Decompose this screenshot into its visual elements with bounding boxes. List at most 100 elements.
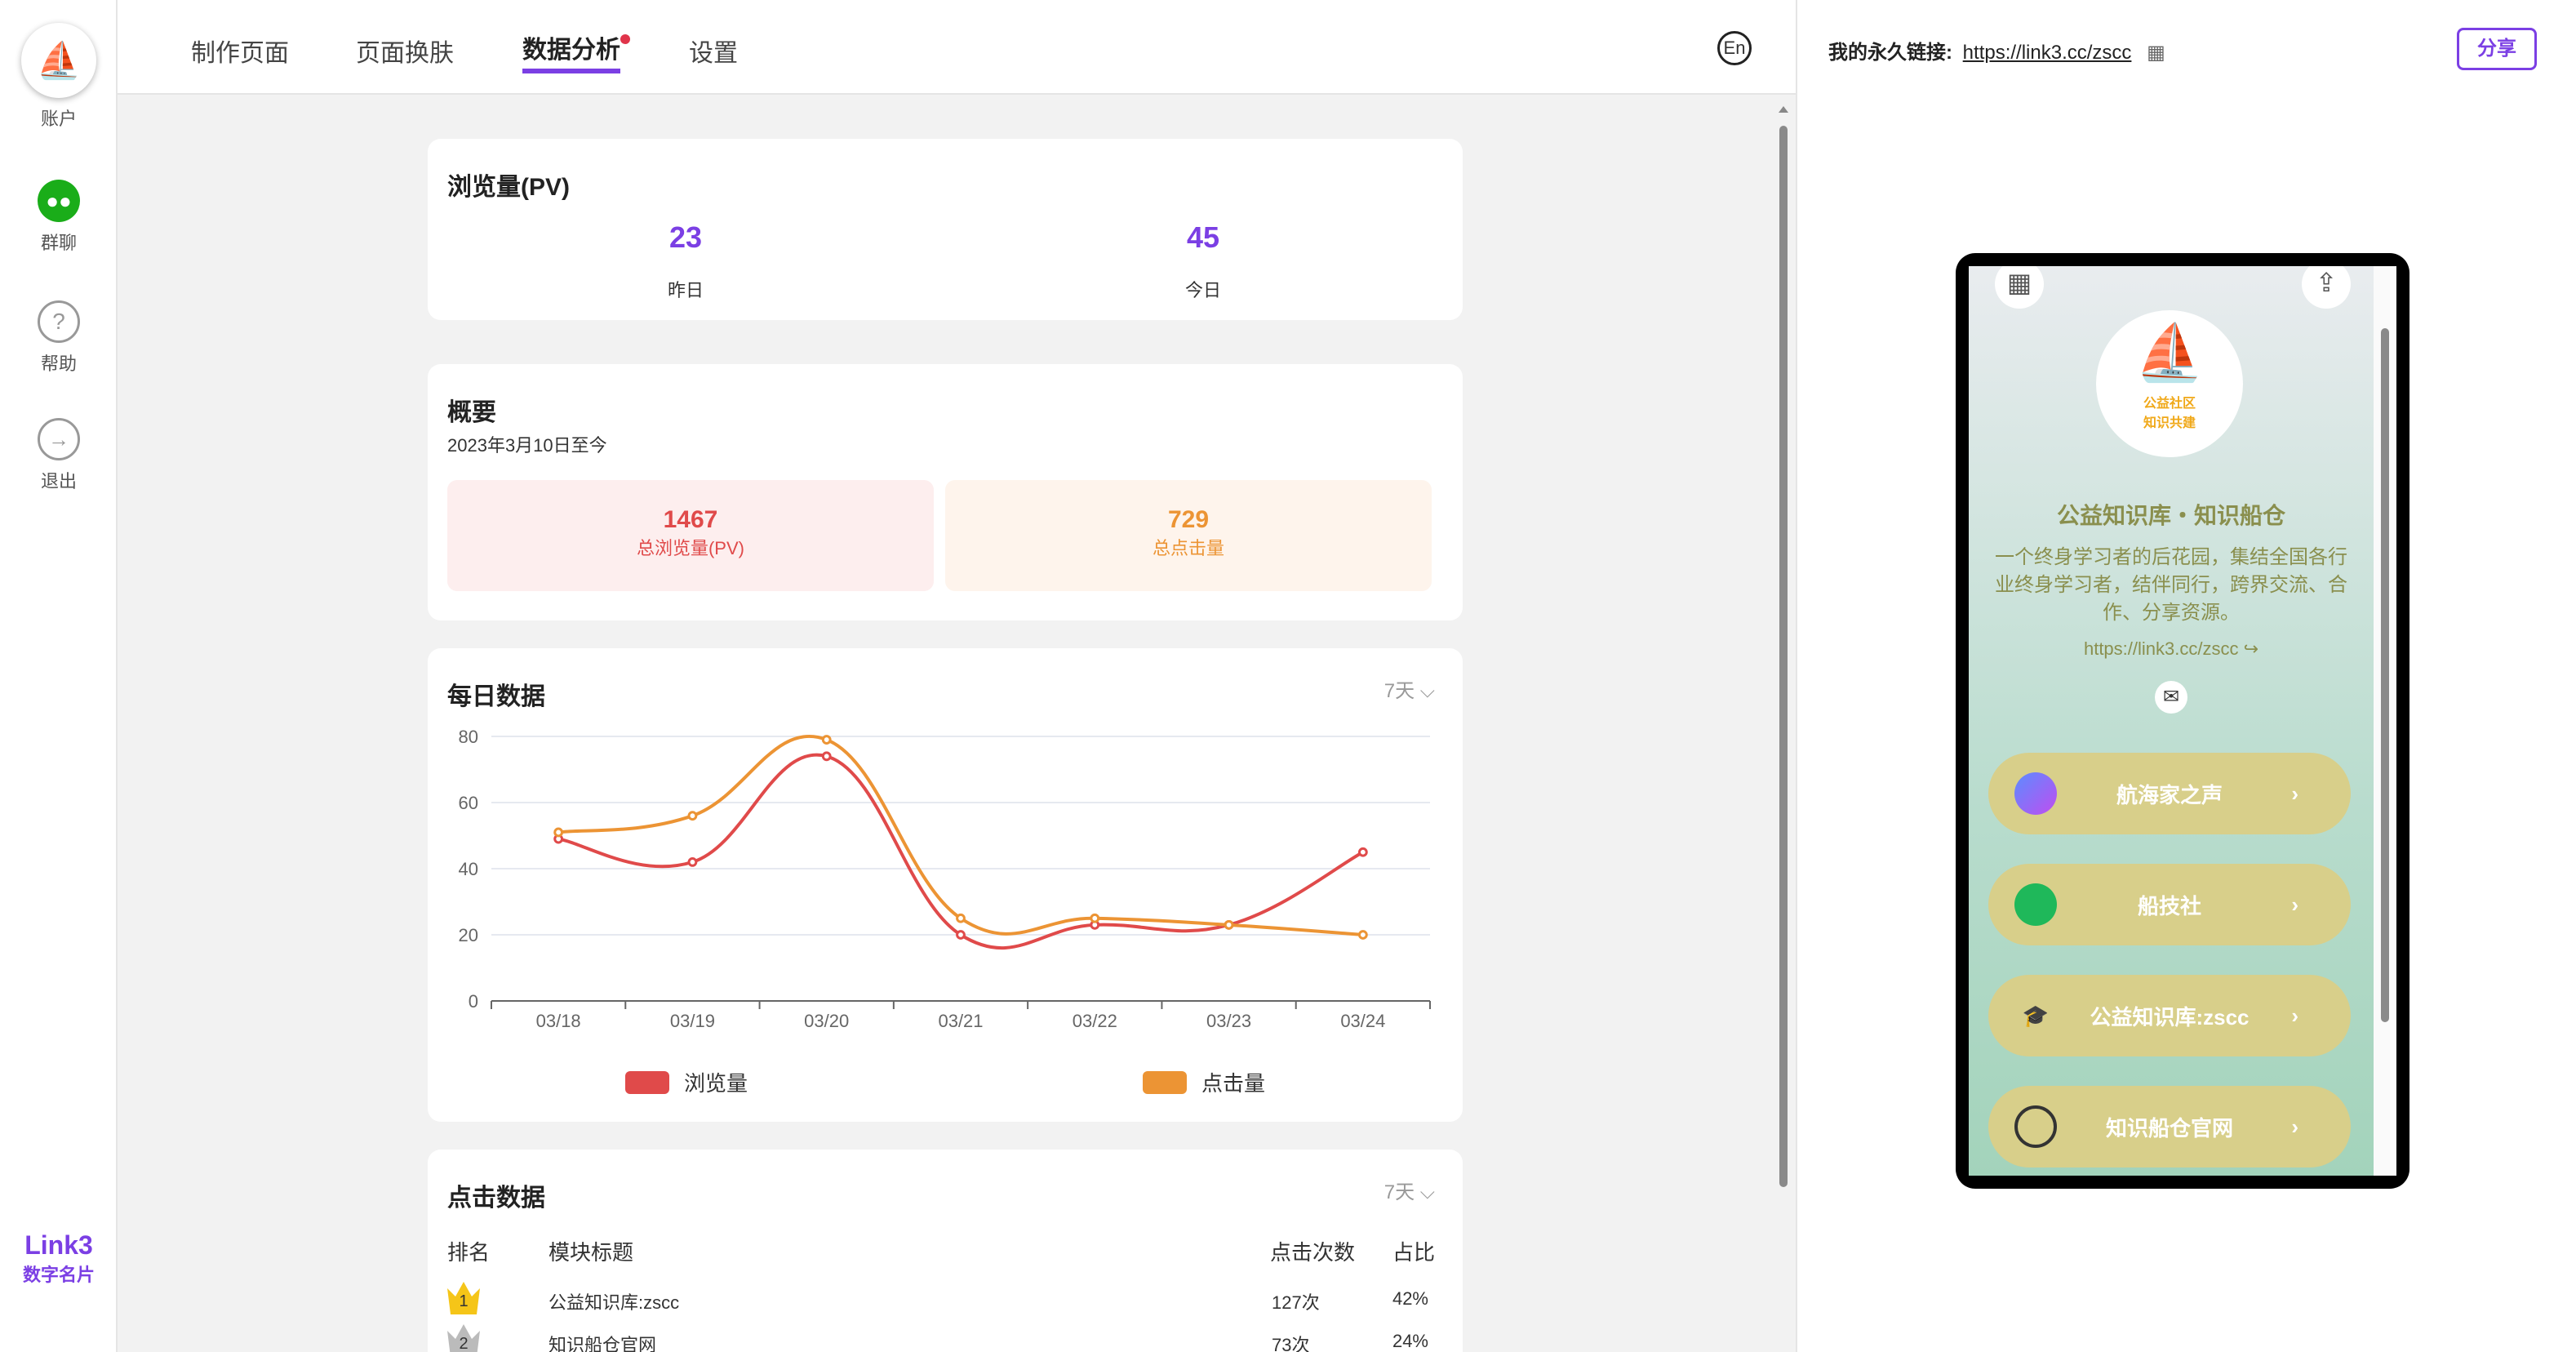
x-tick-label: 03/18 <box>536 1011 581 1031</box>
recycle-icon <box>2014 883 2057 926</box>
row-count: 127次 <box>1272 1292 1320 1313</box>
pv-today-value: 45 <box>1186 220 1220 254</box>
sidebar-account[interactable]: ⛵ 账户 <box>0 23 118 131</box>
link-button-1[interactable]: 航海家之声 › <box>1988 753 2351 834</box>
y-tick-label: 20 <box>459 925 478 945</box>
total-pv-value: 1467 <box>663 506 718 533</box>
row-pct: 42% <box>1392 1288 1428 1309</box>
total-clicks-value: 729 <box>1167 506 1210 533</box>
qr-code-icon[interactable]: ▦ <box>2147 42 2165 64</box>
brand-sub: 数字名片 <box>22 1265 95 1285</box>
email-icon[interactable]: ✉ <box>2155 681 2187 714</box>
sidebar-logout[interactable]: → 退出 <box>0 418 118 493</box>
link-button-3[interactable]: 🎓 公益知识库:zscc › <box>1988 975 2351 1056</box>
scroll-thumb[interactable] <box>1779 126 1788 1187</box>
data-point <box>956 913 966 923</box>
chevron-right-icon: › <box>2291 781 2298 806</box>
total-pv-box: 1467 总浏览量(PV) <box>447 480 934 591</box>
data-point <box>821 751 832 762</box>
sidebar: ⛵ 账户 ●● 群聊 ? 帮助 → 退出 Link3 数字名片 <box>0 0 118 1352</box>
clicks-range-select[interactable]: 7天 ⌵ <box>1384 1176 1435 1204</box>
data-point <box>1090 913 1100 923</box>
x-tick-label: 03/21 <box>938 1011 983 1031</box>
silver-crown-icon: 2 <box>447 1324 480 1352</box>
x-tick-label: 03/20 <box>804 1011 849 1031</box>
row-title: 知识船仓官网 <box>549 1335 657 1352</box>
share-button[interactable]: 分享 <box>2457 28 2537 70</box>
clicks-title: 点击数据 <box>447 1185 545 1212</box>
overview-title: 概要 <box>447 399 496 426</box>
y-tick-label: 80 <box>459 727 478 747</box>
brand-name: Link3 <box>24 1230 93 1260</box>
phone-scroll-thumb[interactable] <box>2381 328 2389 1022</box>
phone-screen: ▦ ⇪ ⛵ 公益社区 知识共建 公益知识库・知识船仓 一个终身学习者的后花园，集结全… <box>1969 266 2396 1176</box>
data-point <box>956 930 966 940</box>
link-button-label: 航海家之声 <box>2116 782 2223 807</box>
avatar: ⛵ <box>21 23 96 98</box>
row-pct: 24% <box>1392 1331 1428 1351</box>
x-tick-label: 03/19 <box>670 1011 715 1031</box>
pv-card: 浏览量(PV) 23 昨日 45 今日 <box>428 139 1463 320</box>
legend-label: 浏览量 <box>684 1071 748 1096</box>
globe-icon <box>2014 1105 2057 1148</box>
account-label: 账户 <box>40 109 77 129</box>
col-count: 点击次数 <box>1270 1240 1356 1265</box>
main-scrollbar[interactable] <box>1778 101 1789 1352</box>
clicks-range-value: 7天 <box>1383 1181 1415 1203</box>
logout-icon: → <box>38 418 80 460</box>
tab-analytics[interactable]: 数据分析 <box>522 29 620 73</box>
graduation-cap-icon: 🎓 <box>2022 1003 2050 1028</box>
sidebar-help[interactable]: ? 帮助 <box>0 300 118 376</box>
legend-swatch <box>625 1071 669 1094</box>
data-point <box>1224 919 1234 930</box>
x-tick-label: 03/22 <box>1073 1011 1117 1031</box>
clicks-card: 点击数据 7天 ⌵ 排名 模块标题 点击次数 占比 1 公益知识库:zscc 1… <box>428 1150 1463 1352</box>
gold-crown-icon: 1 <box>447 1282 480 1314</box>
col-pct: 占比 <box>1392 1240 1435 1265</box>
legend-swatch <box>1143 1071 1187 1094</box>
data-point <box>1357 847 1368 857</box>
link-url[interactable]: https://link3.cc/zscc <box>1963 42 2132 64</box>
pv-yesterday-value: 23 <box>668 220 703 254</box>
scroll-up-arrow[interactable] <box>1779 101 1788 113</box>
profile-name: 公益知识库・知识船仓 <box>2056 503 2285 528</box>
phone-preview: ▦ ⇪ ⛵ 公益社区 知识共建 公益知识库・知识船仓 一个终身学习者的后花园，集结全… <box>1956 253 2409 1189</box>
col-title: 模块标题 <box>549 1240 634 1265</box>
main-content: 浏览量(PV) 23 昨日 45 今日 概要 2023年3月10日至今 1467… <box>118 95 1796 1352</box>
row-count: 73次 <box>1272 1335 1310 1352</box>
y-tick-label: 0 <box>469 991 478 1012</box>
share-icon[interactable]: ⇪ <box>2302 266 2351 309</box>
total-clicks-label: 总点击量 <box>1152 538 1224 558</box>
link-button-4[interactable]: 知识船仓官网 › <box>1988 1086 2351 1167</box>
tab-skin[interactable]: 页面换肤 <box>356 33 454 69</box>
top-nav: 制作页面 页面换肤 数据分析 设置 En <box>118 0 1796 95</box>
tab-settings[interactable]: 设置 <box>689 33 738 69</box>
qr-code-icon[interactable]: ▦ <box>1995 266 2044 309</box>
chevron-right-icon: › <box>2291 1003 2298 1028</box>
x-tick-label: 03/23 <box>1206 1011 1251 1031</box>
total-pv-label: 总浏览量(PV) <box>636 538 744 558</box>
data-point <box>821 735 832 745</box>
logout-label: 退出 <box>40 471 77 491</box>
overview-since: 2023年3月10日至今 <box>447 435 607 456</box>
data-point <box>553 827 564 838</box>
link-button-label: 船技社 <box>2137 893 2201 918</box>
phone-scrollbar[interactable] <box>2374 266 2396 1176</box>
brand-logo: Link3 数字名片 <box>0 1230 118 1287</box>
help-label: 帮助 <box>40 354 77 374</box>
link-button-2[interactable]: 船技社 › <box>1988 864 2351 945</box>
data-point <box>1357 930 1368 940</box>
daily-chart: 0 20 40 60 80 03/18 03/19 03/20 03/21 03/22 03/23 0… <box>459 727 1431 1096</box>
link-button-label: 公益知识库:zscc <box>2090 1004 2250 1030</box>
language-toggle[interactable]: En <box>1717 31 1752 65</box>
series-line-点击量 <box>557 734 1364 936</box>
sidebar-group-chat[interactable]: ●● 群聊 <box>0 180 118 255</box>
profile-url[interactable]: https://link3.cc/zscc ↪ <box>1969 638 2374 660</box>
chevron-right-icon: › <box>2291 892 2298 917</box>
link-button-label: 知识船仓官网 <box>2105 1115 2233 1141</box>
daily-card: 每日数据 7天 ⌵ 0 20 40 60 80 03/18 03/19 03/20 03/21 0… <box>428 648 1463 1122</box>
overview-card: 概要 2023年3月10日至今 1467 总浏览量(PV) 729 总点击量 <box>428 364 1463 620</box>
link-label: 我的永久链接: <box>1828 42 1952 64</box>
pv-yesterday-label: 昨日 <box>667 280 704 300</box>
tab-make-page[interactable]: 制作页面 <box>191 33 289 69</box>
